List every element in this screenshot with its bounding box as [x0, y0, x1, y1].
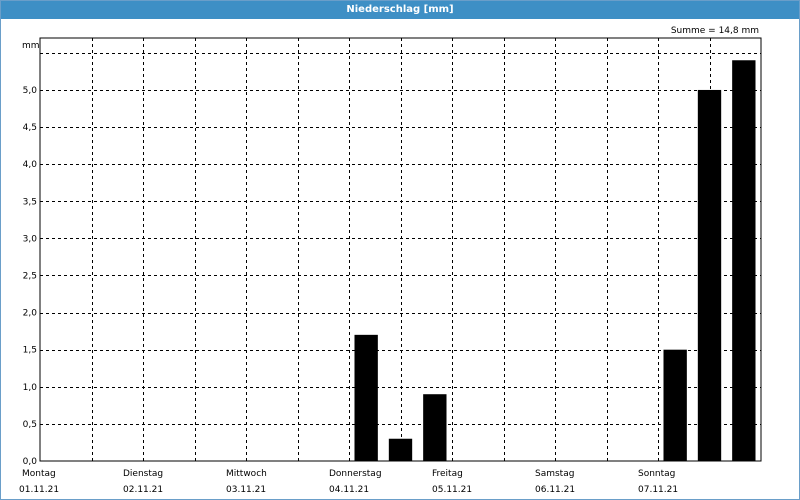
y-tick-label: 0,0 — [23, 457, 38, 467]
plot-area — [39, 37, 762, 462]
precipitation-chart: 0,0 0,5 1,0 1,5 2,0 2,5 3,0 3,5 4,0 4,5 5,0 Montag… — [19, 37, 762, 495]
x-tick-date: 05.11.21 — [432, 485, 472, 495]
y-tick-label: 1,5 — [23, 346, 37, 356]
y-tick-label: 4,5 — [23, 123, 37, 133]
x-tick-date: 03.11.21 — [226, 485, 266, 495]
x-tick-date: 04.11.21 — [329, 485, 369, 495]
x-axis: Montag 01.11.21 Dienstag 02.11.21 Mittwoch 03… — [19, 469, 678, 495]
y-tick-label: 2,0 — [23, 309, 38, 319]
precipitation-bar — [697, 89, 722, 462]
precipitation-bar — [663, 349, 687, 461]
y-tick-label: 1,0 — [23, 383, 38, 393]
x-tick-date: 02.11.21 — [123, 485, 163, 495]
y-tick-label: 2,5 — [23, 271, 37, 281]
x-tick-date: 06.11.21 — [535, 485, 575, 495]
x-tick-day-name: Mittwoch — [226, 469, 267, 479]
x-tick-day-name: Dienstag — [123, 469, 163, 479]
precipitation-bar — [354, 334, 378, 461]
precipitation-bar — [732, 60, 756, 462]
y-axis-label: mm — [22, 41, 40, 51]
y-tick-label: 3,0 — [23, 234, 38, 244]
x-tick-day-name: Montag — [22, 469, 56, 479]
x-tick-date: 01.11.21 — [19, 485, 59, 495]
x-tick-day-name: Freitag — [432, 469, 463, 479]
grid-lines — [40, 38, 761, 461]
y-axis: 0,0 0,5 1,0 1,5 2,0 2,5 3,0 3,5 4,0 4,5 5,0 — [23, 86, 38, 467]
x-tick-day-name: Samstag — [535, 469, 574, 479]
x-tick-day-name: Donnerstag — [329, 469, 382, 479]
x-tick-day-name: Sonntag — [638, 469, 675, 479]
x-tick-date: 07.11.21 — [638, 485, 678, 495]
precipitation-bar — [388, 438, 413, 461]
precipitation-bar — [423, 394, 447, 461]
y-tick-label: 5,0 — [23, 86, 38, 96]
y-tick-label: 4,0 — [23, 160, 38, 170]
y-tick-label: 0,5 — [23, 420, 37, 430]
y-tick-label: 3,5 — [23, 197, 37, 207]
